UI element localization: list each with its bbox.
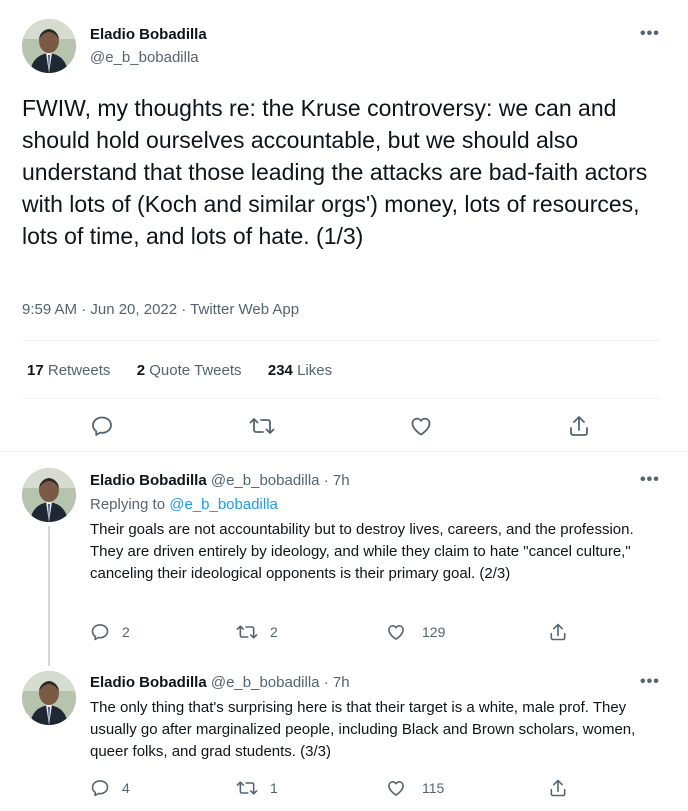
reply-author-name[interactable]: Eladio Bobadilla (90, 472, 207, 489)
replying-to: Replying to @e_b_bobadilla (90, 496, 278, 513)
reply-author-handle[interactable]: @e_b_bobadilla (211, 472, 320, 489)
main-tweet-text: FWIW, my thoughts re: the Kruse controve… (22, 95, 648, 249)
replying-to-handle[interactable]: @e_b_bobadilla (169, 496, 278, 513)
like-button[interactable]: 115 (386, 778, 444, 798)
more-icon[interactable]: ••• (640, 25, 660, 43)
retweet-count: 1 (270, 780, 278, 796)
retweet-icon (249, 418, 275, 434)
main-author-name[interactable]: Eladio Bobadilla (90, 26, 207, 43)
share-button[interactable] (567, 414, 591, 438)
more-icon[interactable]: ••• (640, 673, 660, 691)
retweets-stat[interactable]: 17 Retweets (27, 362, 110, 379)
share-button[interactable] (548, 622, 568, 642)
thread-line (48, 526, 50, 666)
like-count: 115 (422, 780, 445, 796)
reply-icon (92, 416, 112, 436)
reply-text: The only thing that's surprising here is… (90, 699, 636, 760)
quote-tweets-stat[interactable]: 2 Quote Tweets (137, 362, 242, 379)
share-icon (550, 623, 566, 641)
reply-avatar[interactable] (22, 671, 76, 725)
like-icon (388, 625, 404, 640)
like-button[interactable]: 129 (386, 622, 445, 642)
reply-icon (91, 780, 109, 797)
reply-author-name[interactable]: Eladio Bobadilla (90, 674, 207, 691)
reply-count: 4 (122, 780, 130, 796)
retweet-icon (236, 781, 258, 795)
reply-text: Their goals are not accountability but t… (90, 521, 634, 582)
main-author-handle[interactable]: @e_b_bobadilla (90, 49, 199, 66)
share-icon (550, 779, 566, 797)
like-count: 129 (422, 624, 446, 640)
retweet-button[interactable] (249, 414, 275, 438)
like-icon (388, 781, 404, 796)
share-icon (570, 416, 588, 436)
retweet-button[interactable]: 1 (236, 778, 278, 798)
share-button[interactable] (548, 778, 568, 798)
divider (22, 340, 660, 341)
more-icon[interactable]: ••• (640, 471, 660, 489)
reply-button[interactable]: 2 (90, 622, 130, 642)
likes-stat[interactable]: 234 Likes (268, 362, 332, 379)
reply-author-handle[interactable]: @e_b_bobadilla (211, 674, 320, 691)
reply-button[interactable] (90, 414, 114, 438)
reply-count: 2 (122, 624, 130, 640)
reply-button[interactable]: 4 (90, 778, 130, 798)
reply-time[interactable]: · 7h (324, 472, 350, 489)
retweet-icon (236, 625, 258, 639)
retweet-button[interactable]: 2 (236, 622, 278, 642)
reply-time[interactable]: · 7h (324, 674, 350, 691)
engagement-stats: 17 Retweets 2 Quote Tweets 234 Likes (27, 362, 332, 379)
reply-icon (91, 624, 109, 641)
like-icon (411, 417, 431, 436)
main-avatar[interactable] (22, 19, 76, 73)
retweet-count: 2 (270, 624, 278, 640)
main-tweet-timestamp[interactable]: 9:59 AM · Jun 20, 2022 · Twitter Web App (22, 301, 299, 318)
reply-avatar[interactable] (22, 468, 76, 522)
divider (22, 398, 660, 399)
divider (0, 451, 688, 452)
like-button[interactable] (409, 414, 433, 438)
reply-header: Eladio Bobadilla @e_b_bobadilla · 7h (90, 472, 350, 489)
reply-header: Eladio Bobadilla @e_b_bobadilla · 7h (90, 674, 350, 691)
